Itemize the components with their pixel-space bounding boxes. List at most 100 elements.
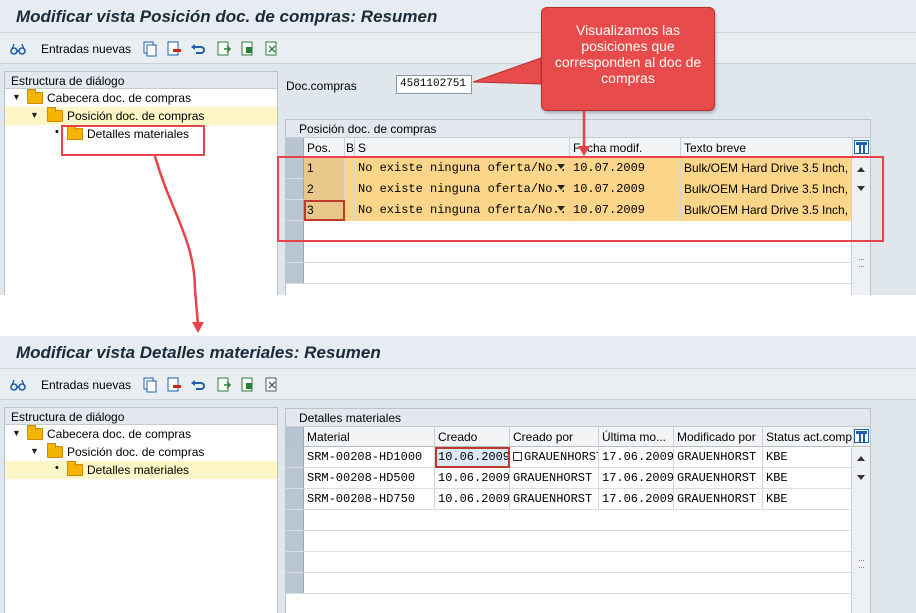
table-settings-icon[interactable]	[854, 429, 869, 443]
deselect-all-icon[interactable]	[264, 41, 280, 57]
cell-material[interactable]: SRM-00208-HD500	[304, 468, 435, 489]
table-settings-icon[interactable]	[854, 140, 869, 154]
table-row-empty[interactable]	[286, 573, 870, 594]
cell-status[interactable]: KBE	[763, 468, 854, 489]
cell-modificado-por[interactable]: GRAUENHORST	[674, 447, 763, 468]
cell-creado-por[interactable]: GRAUENHORST	[510, 447, 599, 468]
cell-s[interactable]: No existe ninguna oferta/No...	[355, 179, 570, 200]
table-row[interactable]: 1 No existe ninguna oferta/No... 10.07.2…	[286, 158, 870, 179]
col-header-ultima[interactable]: Última mo...	[599, 427, 674, 447]
col-header-texto[interactable]: Texto breve	[681, 138, 853, 158]
scroll-down-icon[interactable]	[857, 186, 865, 191]
row-selector[interactable]	[286, 447, 304, 467]
expand-arrow-icon[interactable]: ▼	[12, 428, 21, 438]
row-selector[interactable]	[286, 200, 304, 220]
cell-texto[interactable]: Bulk/OEM Hard Drive 3.5 Inch,	[681, 158, 853, 179]
row-selector[interactable]	[286, 573, 304, 593]
cell-material[interactable]: SRM-00208-HD1000	[304, 447, 435, 468]
scroll-grip-icon[interactable]	[859, 560, 864, 568]
cell-s[interactable]: No existe ninguna oferta/No...	[355, 200, 570, 221]
row-selector[interactable]	[286, 263, 304, 283]
cell-s[interactable]: No existe ninguna oferta/No...	[355, 158, 570, 179]
col-header-creado[interactable]: Creado	[435, 427, 510, 447]
cell-texto[interactable]: Bulk/OEM Hard Drive 3.5 Inch,	[681, 200, 853, 221]
cell-fecha[interactable]: 10.07.2009	[570, 200, 681, 221]
scroll-up-icon[interactable]	[857, 167, 865, 172]
dropdown-arrow-icon[interactable]	[557, 206, 565, 211]
copy-icon[interactable]	[142, 41, 158, 57]
tree-item-detalles[interactable]: • Detalles materiales	[5, 125, 277, 143]
select-block-icon[interactable]	[240, 41, 256, 57]
cell-b[interactable]	[345, 158, 355, 179]
row-selector[interactable]	[286, 552, 304, 572]
col-header-b[interactable]: B	[345, 138, 355, 158]
table-row[interactable]: SRM-00208-HD500 10.06.2009 GRAUENHORST 1…	[286, 468, 870, 489]
undo-icon[interactable]	[190, 377, 206, 393]
cell-material[interactable]: SRM-00208-HD750	[304, 489, 435, 510]
cell-creado-por[interactable]: GRAUENHORST	[510, 489, 599, 510]
delete-icon[interactable]	[166, 377, 182, 393]
table-row-empty[interactable]	[286, 263, 870, 284]
tree-item-cabecera[interactable]: ▼ Cabecera doc. de compras	[5, 89, 277, 107]
table-row[interactable]: SRM-00208-HD1000 10.06.2009 GRAUENHORST …	[286, 447, 870, 468]
select-all-column[interactable]	[286, 138, 304, 157]
cell-status[interactable]: KBE	[763, 447, 854, 468]
row-selector[interactable]	[286, 242, 304, 262]
scroll-grip-icon[interactable]	[859, 259, 864, 267]
row-selector[interactable]	[286, 489, 304, 509]
table-row-empty[interactable]	[286, 242, 870, 263]
table-row-empty[interactable]	[286, 531, 870, 552]
cell-creado[interactable]: 10.06.2009	[435, 468, 510, 489]
delete-icon[interactable]	[166, 41, 182, 57]
value-help-icon[interactable]	[513, 452, 522, 461]
undo-icon[interactable]	[190, 41, 206, 57]
expand-arrow-icon[interactable]: ▼	[12, 92, 21, 102]
col-header-fecha[interactable]: Fecha modif.	[570, 138, 681, 158]
tree-item-detalles[interactable]: • Detalles materiales	[5, 461, 277, 479]
table-row-empty[interactable]	[286, 221, 870, 242]
table-row-empty[interactable]	[286, 510, 870, 531]
table-row[interactable]: SRM-00208-HD750 10.06.2009 GRAUENHORST 1…	[286, 489, 870, 510]
select-all-column[interactable]	[286, 427, 304, 446]
row-selector[interactable]	[286, 158, 304, 178]
col-header-s[interactable]: S	[355, 138, 570, 158]
cell-b[interactable]	[345, 200, 355, 221]
row-selector[interactable]	[286, 510, 304, 530]
select-all-icon[interactable]	[216, 377, 232, 393]
table-row[interactable]: 3 No existe ninguna oferta/No... 10.07.2…	[286, 200, 870, 221]
cell-modificado-por[interactable]: GRAUENHORST	[674, 489, 763, 510]
cell-fecha[interactable]: 10.07.2009	[570, 158, 681, 179]
cell-texto[interactable]: Bulk/OEM Hard Drive 3.5 Inch,	[681, 179, 853, 200]
tree-item-cabecera[interactable]: ▼ Cabecera doc. de compras	[5, 425, 277, 443]
cell-ultima[interactable]: 17.06.2009	[599, 489, 674, 510]
deselect-all-icon[interactable]	[264, 377, 280, 393]
table-row[interactable]: 2 No existe ninguna oferta/No... 10.07.2…	[286, 179, 870, 200]
new-entries-button[interactable]: Entradas nuevas	[41, 378, 131, 392]
doc-compras-field[interactable]: 4581102751	[396, 75, 472, 94]
select-all-icon[interactable]	[216, 41, 232, 57]
cell-status[interactable]: KBE	[763, 489, 854, 510]
row-selector[interactable]	[286, 531, 304, 551]
cell-creado[interactable]: 10.06.2009	[435, 447, 510, 468]
cell-creado[interactable]: 10.06.2009	[435, 489, 510, 510]
col-header-pos[interactable]: Pos.	[304, 138, 345, 158]
glasses-icon[interactable]	[10, 377, 26, 393]
expand-arrow-icon[interactable]: ▼	[30, 446, 39, 456]
vertical-scrollbar[interactable]	[851, 448, 870, 613]
row-selector[interactable]	[286, 179, 304, 199]
col-header-status[interactable]: Status act.comp	[763, 427, 854, 447]
cell-pos[interactable]: 3	[304, 200, 345, 221]
row-selector[interactable]	[286, 221, 304, 241]
dropdown-arrow-icon[interactable]	[557, 164, 565, 169]
tree-item-posicion[interactable]: ▼ Posición doc. de compras	[5, 107, 277, 125]
col-header-material[interactable]: Material	[304, 427, 435, 447]
col-header-modificado-por[interactable]: Modificado por	[674, 427, 763, 447]
scroll-up-icon[interactable]	[857, 456, 865, 461]
cell-pos[interactable]: 1	[304, 158, 345, 179]
table-row-empty[interactable]	[286, 552, 870, 573]
new-entries-button[interactable]: Entradas nuevas	[41, 42, 131, 56]
cell-pos[interactable]: 2	[304, 179, 345, 200]
copy-icon[interactable]	[142, 377, 158, 393]
expand-arrow-icon[interactable]: ▼	[30, 110, 39, 120]
cell-fecha[interactable]: 10.07.2009	[570, 179, 681, 200]
